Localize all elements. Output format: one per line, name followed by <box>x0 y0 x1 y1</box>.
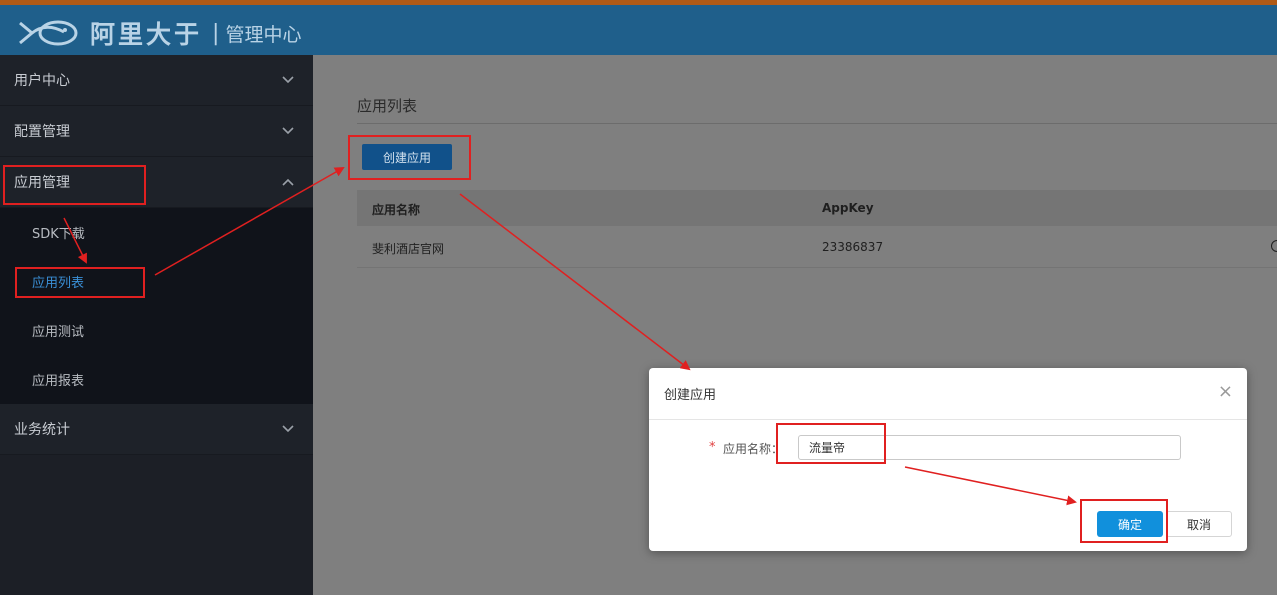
menu-label: 业务统计 <box>14 422 70 438</box>
app-submenu: SDK下载 应用列表 应用测试 应用报表 <box>0 208 313 404</box>
brand-separator: | <box>212 20 220 46</box>
app-name-input[interactable]: 流量帝 <box>798 435 1181 460</box>
sidebar-item-sdk-download[interactable]: SDK下载 <box>0 208 313 257</box>
column-header-appkey: AppKey <box>822 201 874 215</box>
brand-name: 阿里大于 <box>90 20 203 49</box>
create-app-button[interactable]: 创建应用 <box>362 144 452 170</box>
menu-label: 配置管理 <box>14 124 70 140</box>
title-divider <box>357 123 1277 124</box>
chevron-down-icon <box>282 425 294 433</box>
info-icon[interactable] <box>1271 240 1277 252</box>
brand-subtitle: 管理中心 <box>225 23 302 46</box>
cell-appkey: 23386837 <box>822 240 884 254</box>
page-title: 应用列表 <box>357 97 418 115</box>
confirm-button[interactable]: 确定 <box>1097 511 1163 537</box>
menu-label: 用户中心 <box>14 73 70 89</box>
fish-logo-icon <box>19 20 78 46</box>
sidebar-menu-business-stats[interactable]: 业务统计 <box>0 404 313 455</box>
table-header: 应用名称 AppKey <box>357 190 1277 226</box>
required-mark: * <box>709 440 716 455</box>
menu-label: 应用管理 <box>14 175 70 191</box>
close-icon[interactable]: × <box>1218 383 1233 401</box>
top-bar: 阿里大于 | 管理中心 <box>0 0 1277 55</box>
app-name-label: 应用名称： <box>723 442 784 456</box>
chevron-up-icon <box>282 178 294 186</box>
column-header-app-name: 应用名称 <box>372 203 421 217</box>
cancel-button[interactable]: 取消 <box>1166 511 1232 537</box>
chevron-down-icon <box>282 127 294 135</box>
create-app-dialog: 创建应用 × * 应用名称： 流量帝 确定 取消 <box>649 368 1247 551</box>
cell-app-name: 斐利酒店官网 <box>372 242 445 256</box>
sidebar-menu-app-management[interactable]: 应用管理 <box>0 157 313 208</box>
brand-logo[interactable]: 阿里大于 | 管理中心 <box>18 15 301 51</box>
table-row[interactable]: 斐利酒店官网 23386837 <box>357 228 1277 268</box>
dialog-title: 创建应用 <box>664 388 717 403</box>
chevron-down-icon <box>282 76 294 84</box>
sidebar-item-app-test[interactable]: 应用测试 <box>0 306 313 355</box>
dialog-divider <box>649 419 1247 420</box>
sidebar-item-app-list[interactable]: 应用列表 <box>0 257 313 306</box>
sidebar-item-app-report[interactable]: 应用报表 <box>0 355 313 404</box>
sidebar: 用户中心 配置管理 应用管理 SDK下载 应用列表 应用测试 应用报表 业务统计 <box>0 55 313 595</box>
sidebar-menu-user-center[interactable]: 用户中心 <box>0 55 313 106</box>
sidebar-menu-config[interactable]: 配置管理 <box>0 106 313 157</box>
